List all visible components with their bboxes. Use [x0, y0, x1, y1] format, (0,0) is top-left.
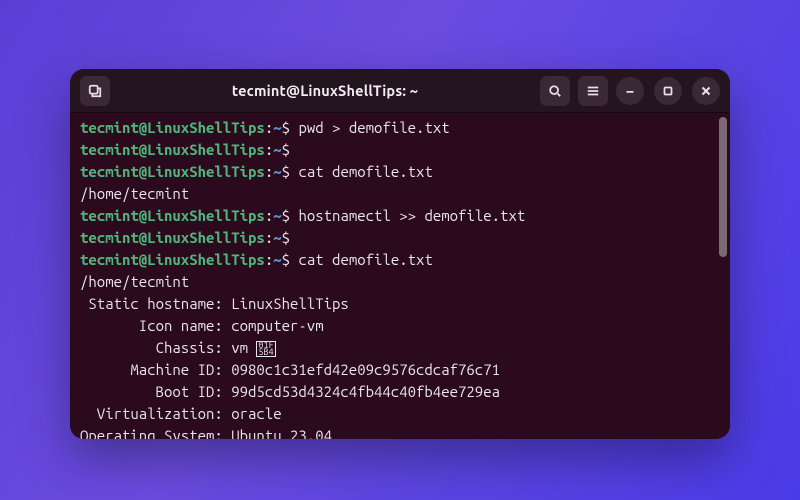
missing-glyph-icon: 01F5B4 — [256, 341, 275, 357]
output-text: Icon name: computer-vm — [80, 317, 324, 334]
prompt-user-host: tecmint@LinuxShellTips — [80, 163, 265, 180]
prompt-line: tecmint@LinuxShellTips:~$ cat demofile.t… — [80, 161, 722, 183]
prompt-line: tecmint@LinuxShellTips:~$ cat demofile.t… — [80, 249, 722, 271]
prompt-line: tecmint@LinuxShellTips:~$ — [80, 139, 722, 161]
prompt-path: ~ — [273, 163, 281, 180]
prompt-dollar: $ — [282, 119, 299, 136]
output-line: /home/tecmint — [80, 183, 722, 205]
command-text: cat demofile.txt — [298, 163, 432, 180]
command-text: hostnamectl >> demofile.txt — [298, 207, 525, 224]
search-icon — [548, 84, 562, 98]
prompt-colon: : — [265, 163, 273, 180]
output-line: Boot ID: 99d5cd53d4324c4fb44c40fb4ee729e… — [80, 381, 722, 403]
titlebar: tecmint@LinuxShellTips: ~ — [70, 69, 730, 113]
output-line: Machine ID: 0980c1c31efd42e09c9576cdcaf7… — [80, 359, 722, 381]
prompt-line: tecmint@LinuxShellTips:~$ — [80, 227, 722, 249]
prompt-user-host: tecmint@LinuxShellTips — [80, 141, 265, 158]
prompt-colon: : — [265, 207, 273, 224]
prompt-line: tecmint@LinuxShellTips:~$ hostnamectl >>… — [80, 205, 722, 227]
command-text: pwd > demofile.txt — [298, 119, 449, 136]
prompt-dollar: $ — [282, 229, 299, 246]
prompt-user-host: tecmint@LinuxShellTips — [80, 229, 265, 246]
prompt-path: ~ — [273, 251, 281, 268]
prompt-dollar: $ — [282, 251, 299, 268]
output-text: /home/tecmint — [80, 273, 189, 290]
prompt-colon: : — [265, 141, 273, 158]
output-line: Static hostname: LinuxShellTips — [80, 293, 722, 315]
prompt-user-host: tecmint@LinuxShellTips — [80, 207, 265, 224]
prompt-dollar: $ — [282, 141, 299, 158]
prompt-dollar: $ — [282, 163, 299, 180]
output-line: Virtualization: oracle — [80, 403, 722, 425]
prompt-user-host: tecmint@LinuxShellTips — [80, 251, 265, 268]
output-line: Chassis: vm 01F5B4 — [80, 337, 722, 359]
prompt-line: tecmint@LinuxShellTips:~$ pwd > demofile… — [80, 117, 722, 139]
close-button[interactable] — [692, 77, 720, 105]
terminal-window: tecmint@LinuxShellTips: ~ tecmint@LinuxS… — [70, 69, 730, 439]
hamburger-icon — [586, 84, 600, 98]
new-tab-icon — [88, 84, 102, 98]
prompt-user-host: tecmint@LinuxShellTips — [80, 119, 265, 136]
prompt-colon: : — [265, 251, 273, 268]
search-button[interactable] — [540, 76, 570, 106]
output-line: /home/tecmint — [80, 271, 722, 293]
output-text: Boot ID: 99d5cd53d4324c4fb44c40fb4ee729e… — [80, 383, 500, 400]
prompt-path: ~ — [273, 229, 281, 246]
window-controls — [616, 77, 720, 105]
terminal-body[interactable]: tecmint@LinuxShellTips:~$ pwd > demofile… — [70, 113, 730, 439]
output-text: Machine ID: 0980c1c31efd42e09c9576cdcaf7… — [80, 361, 500, 378]
output-text: Static hostname: LinuxShellTips — [80, 295, 349, 312]
minimize-icon — [623, 84, 637, 98]
output-text: /home/tecmint — [80, 185, 189, 202]
close-icon — [699, 84, 713, 98]
output-line: Icon name: computer-vm — [80, 315, 722, 337]
prompt-colon: : — [265, 119, 273, 136]
command-text: cat demofile.txt — [298, 251, 432, 268]
window-title: tecmint@LinuxShellTips: ~ — [118, 82, 532, 99]
output-text: Chassis: vm — [80, 339, 256, 356]
menu-button[interactable] — [578, 76, 608, 106]
minimize-button[interactable] — [616, 77, 644, 105]
maximize-icon — [661, 84, 675, 98]
prompt-dollar: $ — [282, 207, 299, 224]
output-text: Operating System: Ubuntu 23.04 — [80, 427, 332, 439]
scrollbar-thumb[interactable] — [719, 117, 727, 257]
output-text: Virtualization: oracle — [80, 405, 282, 422]
prompt-path: ~ — [273, 207, 281, 224]
output-line: Operating System: Ubuntu 23.04 — [80, 425, 722, 439]
prompt-path: ~ — [273, 141, 281, 158]
prompt-colon: : — [265, 229, 273, 246]
maximize-button[interactable] — [654, 77, 682, 105]
new-tab-button[interactable] — [80, 76, 110, 106]
prompt-path: ~ — [273, 119, 281, 136]
